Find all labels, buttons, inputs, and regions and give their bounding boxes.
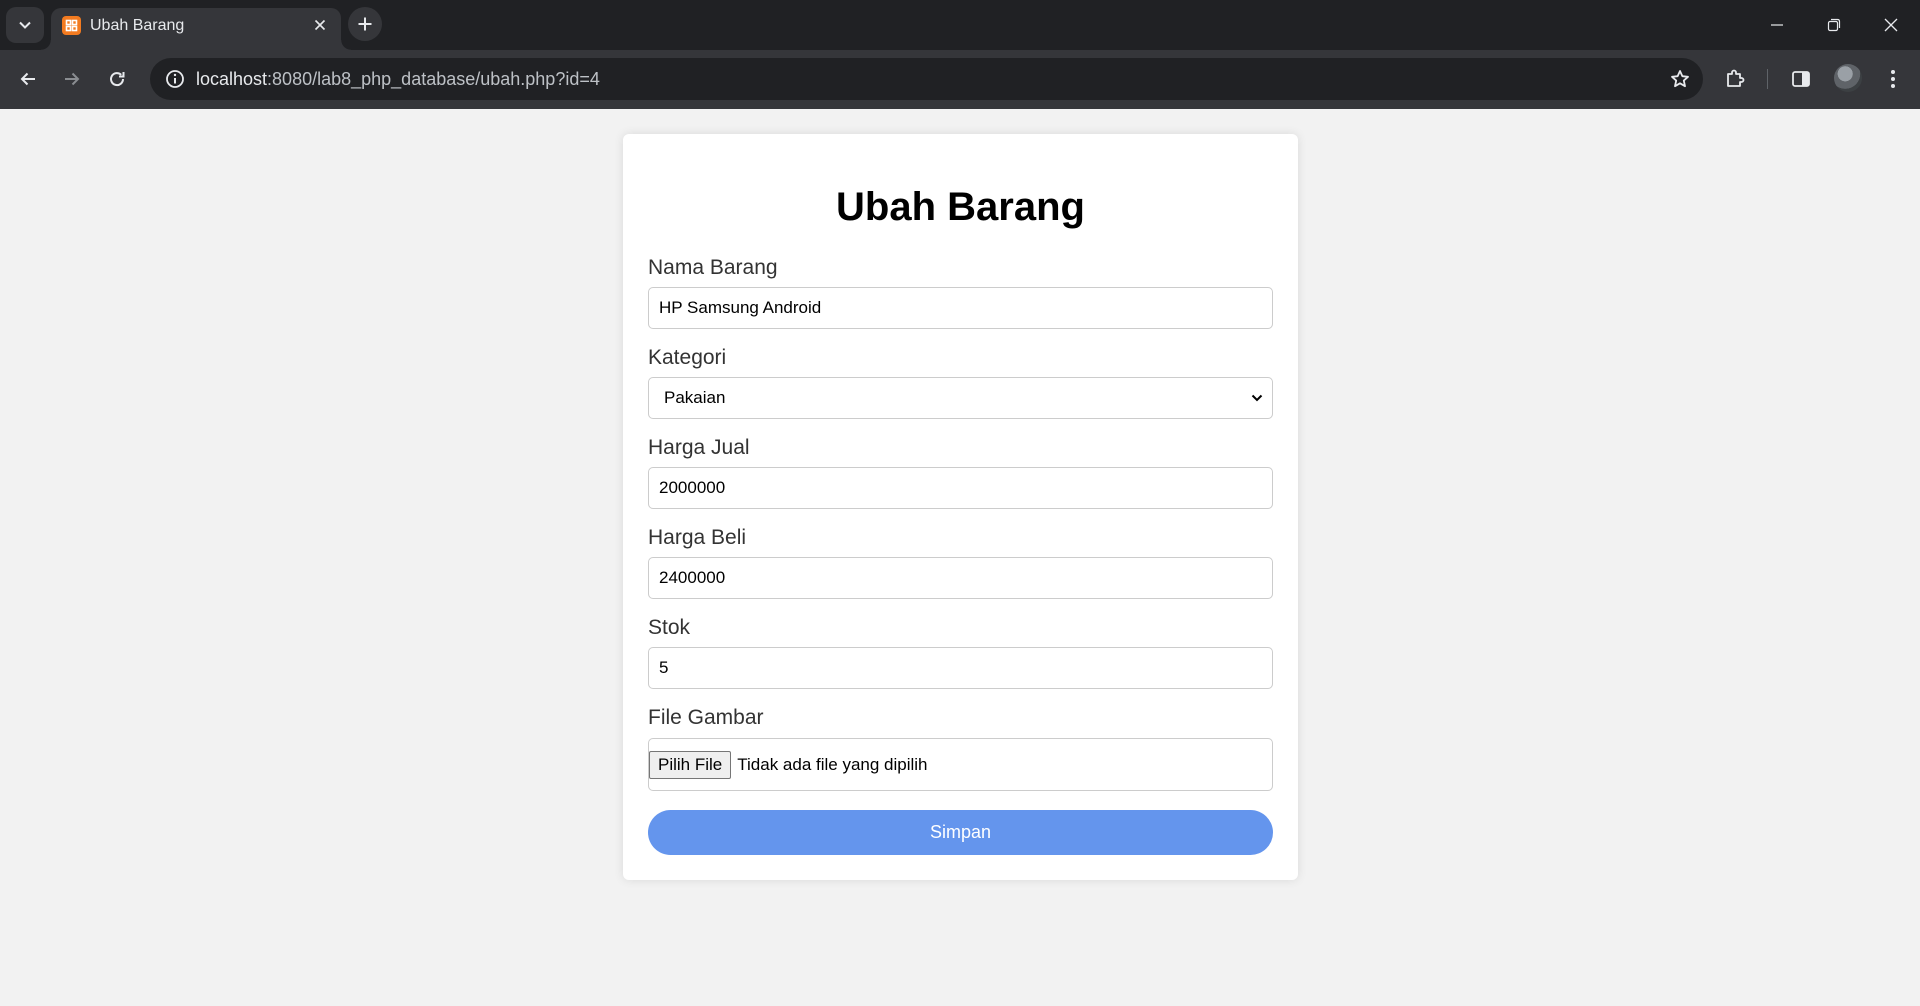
new-tab-button[interactable] xyxy=(348,7,382,41)
chevron-down-icon xyxy=(1251,394,1263,402)
plus-icon xyxy=(358,17,372,31)
browser-tab-active[interactable]: Ubah Barang xyxy=(41,8,351,50)
back-arrow-icon xyxy=(20,72,35,86)
nama-barang-label: Nama Barang xyxy=(648,256,778,279)
tab-search-icon xyxy=(19,21,31,29)
kategori-selected-value: Pakaian xyxy=(664,388,726,407)
nama-barang-input[interactable]: HP Samsung Android xyxy=(648,287,1273,329)
harga-beli-label: Harga Beli xyxy=(648,526,747,549)
stok-label: Stok xyxy=(648,616,691,639)
restore-icon xyxy=(1827,18,1841,32)
harga-beli-input[interactable]: 2400000 xyxy=(648,557,1273,599)
kategori-label: Kategori xyxy=(648,346,727,369)
toolbar-divider xyxy=(1767,69,1768,89)
file-gambar-label: File Gambar xyxy=(648,706,764,729)
window-minimize-button[interactable] xyxy=(1748,0,1806,50)
reload-icon xyxy=(110,72,125,87)
kebab-menu-icon xyxy=(1891,70,1895,88)
file-status-text: Tidak ada file yang dipilih xyxy=(737,754,928,774)
bookmark-star-icon xyxy=(1671,70,1689,88)
close-icon xyxy=(314,19,326,31)
url-text: localhost:8080/lab8_php_database/ubah.ph… xyxy=(196,69,600,89)
harga-jual-label: Harga Jual xyxy=(648,436,750,459)
extensions-button[interactable] xyxy=(1718,62,1752,96)
forward-button[interactable] xyxy=(52,59,92,99)
side-panel-icon xyxy=(1792,71,1810,87)
page-title: Ubah Barang xyxy=(836,185,1085,229)
window-restore-button[interactable] xyxy=(1805,0,1863,50)
address-bar[interactable]: localhost:8080/lab8_php_database/ubah.ph… xyxy=(150,58,1703,100)
browser-toolbar: localhost:8080/lab8_php_database/ubah.ph… xyxy=(0,50,1920,109)
url-host: localhost xyxy=(196,69,268,89)
profile-avatar[interactable] xyxy=(1834,64,1862,92)
forward-arrow-icon xyxy=(65,72,80,86)
tab-strip: Ubah Barang xyxy=(0,0,1920,50)
side-panel-button[interactable] xyxy=(1784,62,1818,96)
site-info-icon xyxy=(166,70,184,88)
window-close-button[interactable] xyxy=(1862,0,1920,50)
browser-menu-button[interactable] xyxy=(1876,62,1910,96)
extensions-icon xyxy=(1727,69,1745,87)
tab-title: Ubah Barang xyxy=(90,17,185,34)
tab-close-button[interactable] xyxy=(309,14,331,36)
form-card: Ubah Barang Nama Barang HP Samsung Andro… xyxy=(623,134,1298,880)
minimize-icon xyxy=(1771,24,1783,26)
url-path: :8080/lab8_php_database/ubah.php?id=4 xyxy=(267,69,600,89)
choose-file-button[interactable]: Pilih File xyxy=(649,750,732,779)
stok-input[interactable]: 5 xyxy=(648,647,1273,689)
reload-button[interactable] xyxy=(97,59,137,99)
kategori-select[interactable]: Pakaian xyxy=(648,377,1273,419)
xampp-favicon-icon xyxy=(62,16,81,35)
harga-jual-input[interactable]: 2000000 xyxy=(648,467,1273,509)
back-button[interactable] xyxy=(8,59,48,99)
bookmark-button[interactable] xyxy=(1665,64,1695,94)
window-close-icon xyxy=(1884,18,1898,32)
tab-search-button[interactable] xyxy=(6,7,44,43)
file-gambar-input[interactable]: Pilih File Tidak ada file yang dipilih xyxy=(648,738,1273,791)
site-info-button[interactable] xyxy=(160,64,190,94)
simpan-button[interactable]: Simpan xyxy=(648,810,1273,855)
